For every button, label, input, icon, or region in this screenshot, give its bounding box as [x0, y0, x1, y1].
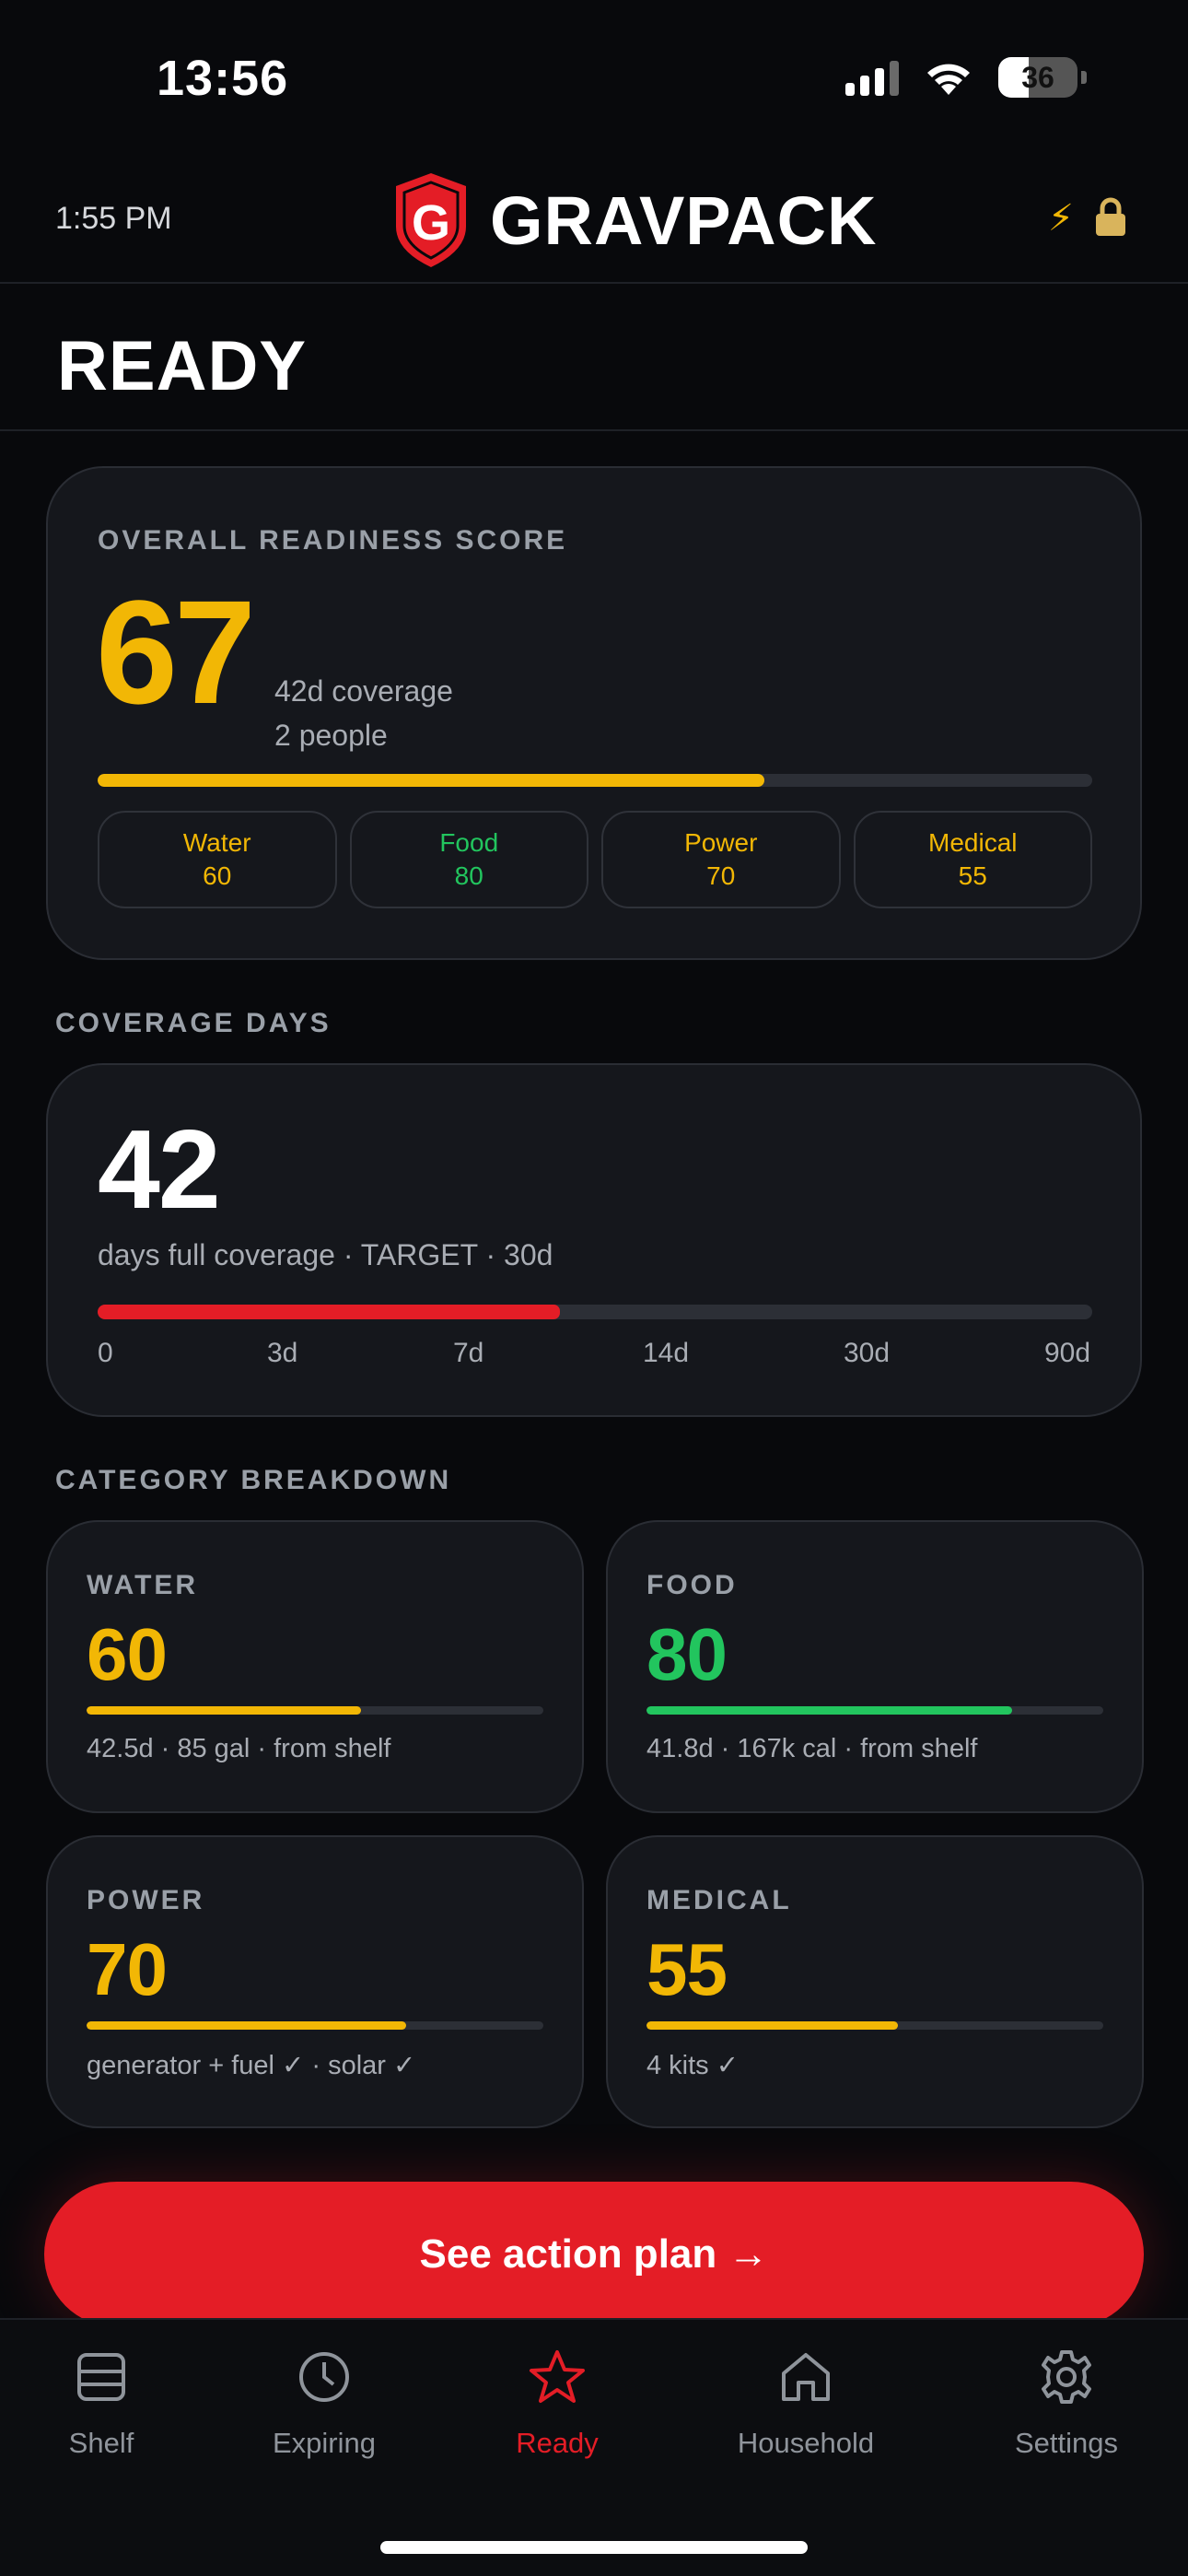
category-detail: 42.5d · 85 gal · from shelf: [87, 1734, 391, 1763]
coverage-card: 42 days full coverage · TARGET · 30d 0 3…: [46, 1063, 1142, 1417]
readiness-score: 67: [96, 569, 256, 734]
coverage-days: 42: [98, 1107, 221, 1232]
status-bar: 13:56 36: [0, 0, 1188, 157]
chip-value: 60: [203, 861, 232, 890]
tick-label: 30d: [844, 1338, 891, 1368]
chip-value: 80: [454, 861, 483, 890]
readiness-chips: Water 60 Food 80 Power 70 Medical 55: [98, 811, 1092, 908]
category-card-water[interactable]: WATER 60 42.5d · 85 gal · from shelf: [46, 1520, 584, 1813]
category-progress-fill: [646, 1706, 1012, 1715]
category-label: MEDICAL: [646, 1885, 792, 1915]
wifi-icon: [927, 64, 970, 95]
shelf-icon: [77, 2353, 125, 2401]
category-label: FOOD: [646, 1570, 738, 1600]
category-progress-bar: [646, 1706, 1103, 1715]
coverage-progress-bar: [98, 1305, 1092, 1319]
people-summary: 2 people: [274, 719, 388, 752]
status-icons: 36: [845, 57, 1087, 98]
title-row: READY: [0, 286, 1188, 431]
chip-label: Water: [182, 828, 251, 857]
star-icon: [530, 2350, 585, 2403]
battery-icon: 36: [998, 57, 1077, 98]
tick-label: 3d: [267, 1338, 298, 1368]
coverage-summary: 42d coverage: [274, 674, 453, 708]
tick-label: 0: [98, 1338, 113, 1368]
readiness-meta: 42d coverage 2 people: [274, 669, 453, 757]
category-progress-bar: [646, 2021, 1103, 2030]
category-progress-bar: [87, 1706, 543, 1715]
tab-settings[interactable]: Settings: [956, 2348, 1177, 2460]
bolt-icon[interactable]: ⚡: [1048, 197, 1074, 247]
category-progress-fill: [87, 1706, 361, 1715]
brand-letter: G: [412, 195, 450, 251]
home-indicator[interactable]: [380, 2541, 808, 2554]
tab-household[interactable]: Household: [695, 2348, 916, 2460]
chip-power[interactable]: Power 70: [601, 811, 841, 908]
chip-value: 70: [706, 861, 736, 890]
tab-shelf[interactable]: Shelf: [0, 2348, 212, 2460]
app-screen: 13:56 36 1:55 PM G GRAVPACK ⚡ READY OVER…: [0, 0, 1188, 2576]
category-progress-fill: [87, 2021, 407, 2030]
chip-food[interactable]: Food 80: [349, 811, 588, 908]
readiness-card: OVERALL READINESS SCORE 67 42d coverage …: [46, 466, 1142, 960]
tick-label: 90d: [1044, 1338, 1091, 1368]
tab-expiring[interactable]: Expiring: [214, 2348, 435, 2460]
chip-medical[interactable]: Medical 55: [853, 811, 1092, 908]
tab-bar: Shelf Expiring Ready Household Settings: [0, 2318, 1188, 2576]
coverage-ticks: 0 3d 7d 14d 30d 90d: [98, 1338, 1092, 1375]
chip-label: Food: [439, 828, 499, 857]
chip-water[interactable]: Water 60: [98, 811, 337, 908]
tick-label: 7d: [453, 1338, 484, 1368]
battery-level: 36: [1021, 60, 1054, 94]
category-card-power[interactable]: POWER 70 generator + fuel ✓ · solar ✓: [46, 1835, 584, 2128]
category-section-label: CATEGORY BREAKDOWN: [55, 1465, 452, 1495]
house-icon: [782, 2353, 830, 2401]
page-title: READY: [57, 327, 308, 405]
status-clock: 13:56: [157, 51, 289, 106]
tab-label: Shelf: [68, 2427, 134, 2459]
category-label: WATER: [87, 1570, 199, 1600]
clock-icon: [299, 2352, 349, 2402]
category-detail: 4 kits ✓: [646, 2051, 740, 2080]
category-progress-fill: [646, 2021, 898, 2030]
battery-tip: [1081, 71, 1087, 84]
tab-ready[interactable]: Ready: [447, 2348, 668, 2460]
gear-icon: [1042, 2350, 1091, 2404]
category-value: 60: [87, 1613, 168, 1695]
brand-logo: G GRAVPACK: [392, 170, 878, 271]
category-detail: 41.8d · 167k cal · from shelf: [646, 1734, 978, 1763]
shield-logo-icon: G: [396, 173, 466, 267]
see-action-plan-button[interactable]: See action plan →: [44, 2182, 1144, 2327]
header-icons: ⚡: [1048, 197, 1129, 247]
category-label: POWER: [87, 1885, 205, 1915]
category-card-food[interactable]: FOOD 80 41.8d · 167k cal · from shelf: [606, 1520, 1144, 1813]
chip-value: 55: [958, 861, 987, 890]
category-progress-bar: [87, 2021, 543, 2030]
category-card-medical[interactable]: MEDICAL 55 4 kits ✓: [606, 1835, 1144, 2128]
coverage-subtitle: days full coverage · TARGET · 30d: [98, 1238, 553, 1271]
brand-name: GRAVPACK: [490, 181, 878, 259]
coverage-progress-fill: [98, 1305, 561, 1319]
cellular-signal-icon: [845, 59, 899, 96]
chip-label: Medical: [928, 828, 1018, 857]
tab-label: Ready: [516, 2427, 599, 2459]
readiness-label: OVERALL READINESS SCORE: [98, 525, 568, 556]
readiness-progress-bar: [98, 774, 1092, 787]
category-value: 55: [646, 1928, 728, 2010]
category-value: 80: [646, 1613, 728, 1695]
header-time: 1:55 PM: [55, 201, 172, 236]
category-value: 70: [87, 1928, 168, 2010]
tab-label: Settings: [1014, 2427, 1118, 2459]
tab-label: Expiring: [273, 2427, 376, 2459]
app-header: 1:55 PM G GRAVPACK ⚡: [0, 157, 1188, 284]
readiness-progress-fill: [98, 774, 764, 787]
category-detail: generator + fuel ✓ · solar ✓: [87, 2051, 416, 2080]
tab-label: Household: [737, 2427, 875, 2459]
lock-icon[interactable]: [1092, 197, 1129, 247]
tick-label: 14d: [643, 1338, 690, 1368]
chip-label: Power: [684, 828, 758, 857]
coverage-section-label: COVERAGE DAYS: [55, 1008, 332, 1038]
